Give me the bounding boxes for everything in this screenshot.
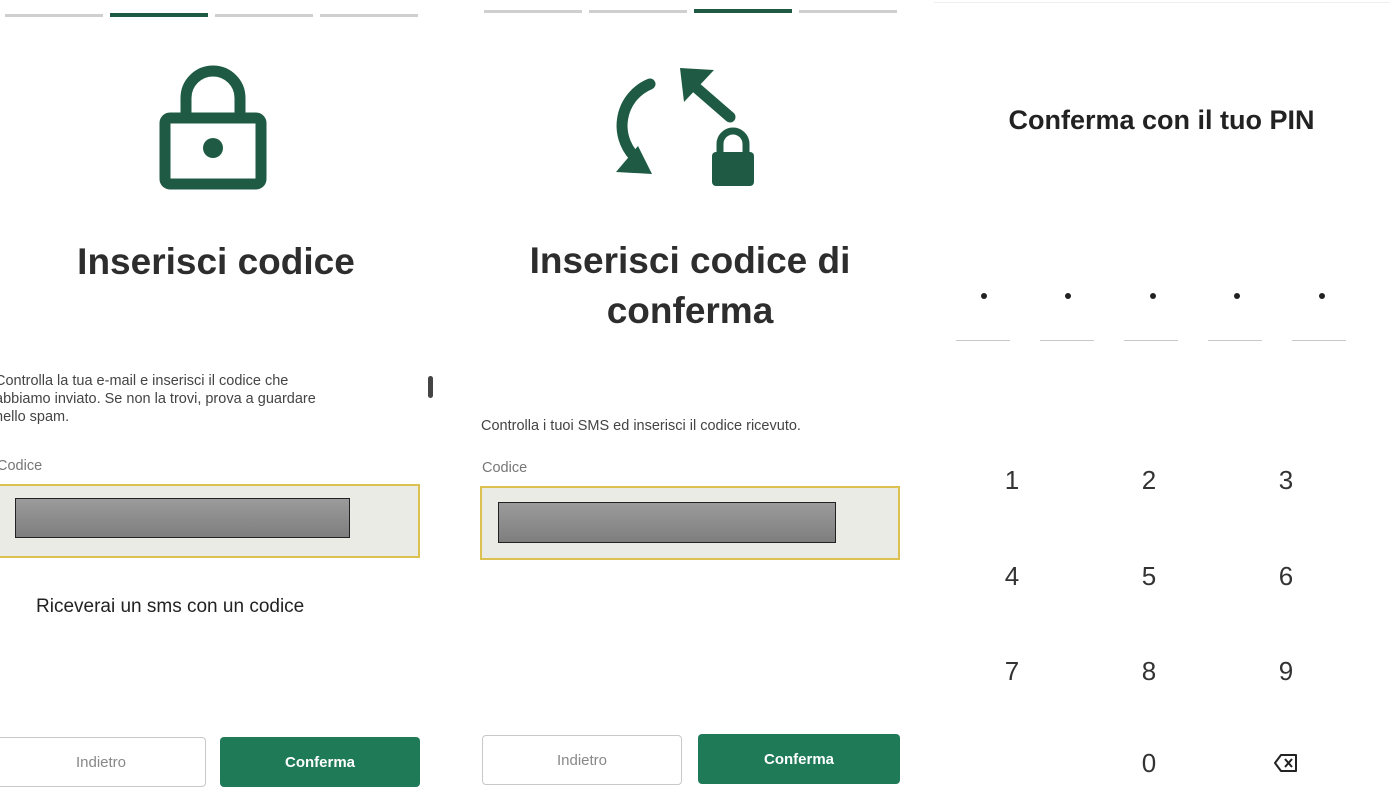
progress-step-2: [589, 10, 687, 13]
pin-dot: [1065, 293, 1071, 299]
lock-icon: [159, 65, 267, 190]
progress-step-3: [694, 9, 792, 13]
redacted-code: [498, 502, 836, 543]
back-button[interactable]: Indietro: [0, 737, 206, 787]
progress-step-4: [799, 10, 897, 13]
keypad-key-4[interactable]: 4: [972, 546, 1052, 606]
pin-slot: [956, 340, 1010, 341]
edge-artifact: [428, 376, 433, 398]
code-label: Codice: [482, 460, 528, 476]
pin-dot: [1150, 293, 1156, 299]
page-title: Inserisci codice di conferma: [529, 240, 851, 331]
redacted-code: [15, 498, 350, 538]
pin-slot: [1040, 340, 1094, 341]
keypad-key-2[interactable]: 2: [1109, 450, 1189, 510]
pin-title: Conferma con il tuo PIN: [1008, 105, 1315, 135]
refresh-lock-icon: [616, 68, 754, 186]
backspace-key[interactable]: [1246, 733, 1326, 787]
keypad-key-3[interactable]: 3: [1246, 450, 1326, 510]
keypad-key-6[interactable]: 6: [1246, 546, 1326, 606]
progress-step-3: [215, 14, 313, 17]
progress-step-1: [484, 10, 582, 13]
backspace-icon: [1274, 754, 1297, 772]
pin-slot: [1208, 340, 1262, 341]
pin-screen: Conferma con il tuo PIN 1 2 3 4 5 6 7 8 …: [934, 0, 1389, 787]
description: Controlla la tua e-mail e inserisci il c…: [0, 373, 316, 425]
sms-note: Riceverai un sms con un codice: [36, 596, 305, 617]
progress-step-2: [110, 13, 208, 17]
confirm-button[interactable]: Conferma: [698, 734, 900, 784]
keypad-key-7[interactable]: 7: [972, 641, 1052, 701]
top-divider: [934, 2, 1389, 3]
code-label: Codice: [0, 458, 43, 474]
keypad-key-9[interactable]: 9: [1246, 641, 1326, 701]
pin-dot: [981, 293, 987, 299]
description: Controlla i tuoi SMS ed inserisci il cod…: [481, 418, 801, 434]
code-field[interactable]: [480, 486, 900, 560]
pin-slot: [1292, 340, 1346, 341]
back-button[interactable]: Indietro: [482, 735, 682, 785]
keypad-key-1[interactable]: 1: [972, 450, 1052, 510]
sms-code-screen: Inserisci codice di conferma Controlla i…: [474, 0, 906, 787]
code-field[interactable]: [0, 484, 420, 558]
email-code-screen: Inserisci codice Controlla la tua e-mail…: [0, 0, 432, 787]
progress-step-4: [320, 14, 418, 17]
pin-dot: [1234, 293, 1240, 299]
pin-dot: [1319, 293, 1325, 299]
pin-slot: [1124, 340, 1178, 341]
page-title: Inserisci codice: [77, 241, 355, 282]
keypad-key-8[interactable]: 8: [1109, 641, 1189, 701]
progress-step-1: [5, 14, 103, 17]
keypad-key-0[interactable]: 0: [1109, 733, 1189, 787]
keypad-key-5[interactable]: 5: [1109, 546, 1189, 606]
confirm-button[interactable]: Conferma: [220, 737, 420, 787]
